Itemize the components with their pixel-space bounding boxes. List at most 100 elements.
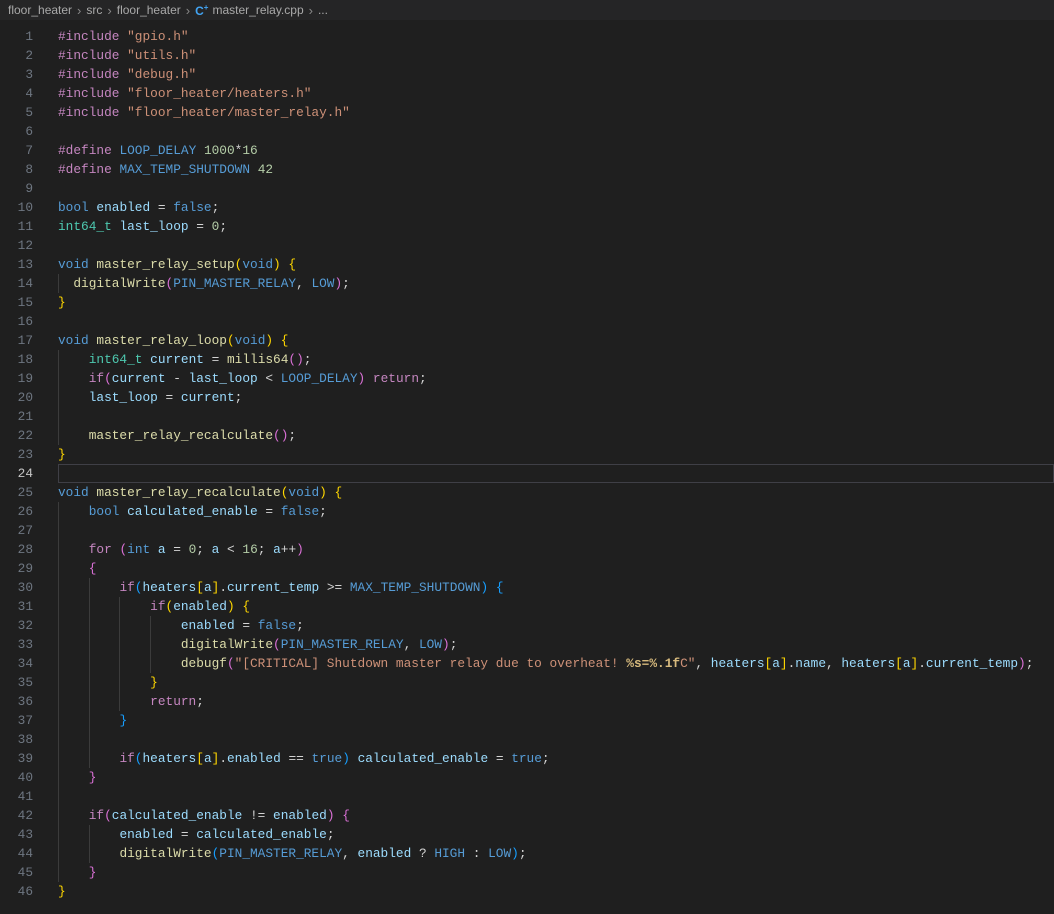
line-number[interactable]: 24 [0, 464, 33, 483]
line-number[interactable]: 33 [0, 635, 33, 654]
code-line-content[interactable] [58, 122, 1054, 141]
code-line-content[interactable]: #include "floor_heater/heaters.h" [58, 84, 1054, 103]
code-line-content[interactable]: } [58, 711, 1054, 730]
breadcrumb-item-src[interactable]: src [86, 3, 102, 17]
line-number[interactable]: 45 [0, 863, 33, 882]
line-number[interactable]: 30 [0, 578, 33, 597]
code-line[interactable]: 35 } [0, 673, 1054, 692]
code-line[interactable]: 16 [0, 312, 1054, 331]
line-number[interactable]: 40 [0, 768, 33, 787]
code-line[interactable]: 13 void master_relay_setup(void) { [0, 255, 1054, 274]
line-number[interactable]: 34 [0, 654, 33, 673]
code-line[interactable]: 36 return; [0, 692, 1054, 711]
code-line-content[interactable] [58, 179, 1054, 198]
code-line-content[interactable] [58, 730, 1054, 749]
line-number[interactable]: 11 [0, 217, 33, 236]
code-line[interactable]: 32 enabled = false; [0, 616, 1054, 635]
code-line-content[interactable]: bool enabled = false; [58, 198, 1054, 217]
code-line[interactable]: 19 if(current - last_loop < LOOP_DELAY) … [0, 369, 1054, 388]
code-line[interactable]: 41 [0, 787, 1054, 806]
code-line-content[interactable]: int64_t last_loop = 0; [58, 217, 1054, 236]
code-line[interactable]: 46} [0, 882, 1054, 901]
code-line-content[interactable]: void master_relay_loop(void) { [58, 331, 1054, 350]
code-line-content[interactable]: } [58, 882, 1054, 901]
code-line[interactable]: 27 [0, 521, 1054, 540]
line-number[interactable]: 15 [0, 293, 33, 312]
code-line[interactable]: 18 int64_t current = millis64(); [0, 350, 1054, 369]
code-line[interactable]: 24 [0, 464, 1054, 483]
code-line-content-active[interactable] [58, 464, 1054, 483]
line-number[interactable]: 36 [0, 692, 33, 711]
breadcrumb-item-symbol[interactable]: ... [318, 3, 328, 17]
line-number[interactable]: 27 [0, 521, 33, 540]
code-line-content[interactable]: #define LOOP_DELAY 1000*16 [58, 141, 1054, 160]
line-number[interactable]: 22 [0, 426, 33, 445]
code-line[interactable]: 2 #include "utils.h" [0, 46, 1054, 65]
code-line-content[interactable]: { [58, 559, 1054, 578]
code-line[interactable]: 34 debugf("[CRITICAL] Shutdown master re… [0, 654, 1054, 673]
code-line[interactable]: 1 #include "gpio.h" [0, 27, 1054, 46]
code-line-content[interactable]: last_loop = current; [58, 388, 1054, 407]
code-line-content[interactable]: if(calculated_enable != enabled) { [58, 806, 1054, 825]
code-line[interactable]: 38 [0, 730, 1054, 749]
code-line[interactable]: 17 void master_relay_loop(void) { [0, 331, 1054, 350]
code-line-content[interactable]: digitalWrite(PIN_MASTER_RELAY, LOW); [58, 274, 1054, 293]
code-line[interactable]: 7 #define LOOP_DELAY 1000*16 [0, 141, 1054, 160]
line-number[interactable]: 2 [0, 46, 33, 65]
code-line-content[interactable]: enabled = calculated_enable; [58, 825, 1054, 844]
code-line-content[interactable] [58, 236, 1054, 255]
code-line-content[interactable]: digitalWrite(PIN_MASTER_RELAY, enabled ?… [58, 844, 1054, 863]
line-number[interactable]: 16 [0, 312, 33, 331]
code-line[interactable]: 40 } [0, 768, 1054, 787]
line-number[interactable]: 13 [0, 255, 33, 274]
line-number[interactable]: 21 [0, 407, 33, 426]
line-number[interactable]: 17 [0, 331, 33, 350]
code-line[interactable]: 12 [0, 236, 1054, 255]
code-line-content[interactable]: if(current - last_loop < LOOP_DELAY) ret… [58, 369, 1054, 388]
line-number[interactable]: 44 [0, 844, 33, 863]
line-number[interactable]: 8 [0, 160, 33, 179]
code-line[interactable]: 3 #include "debug.h" [0, 65, 1054, 84]
line-number[interactable]: 1 [0, 27, 33, 46]
code-line-content[interactable]: master_relay_recalculate(); [58, 426, 1054, 445]
code-line-content[interactable]: } [58, 863, 1054, 882]
code-line-content[interactable]: #include "utils.h" [58, 46, 1054, 65]
code-line[interactable]: 8 #define MAX_TEMP_SHUTDOWN 42 [0, 160, 1054, 179]
code-line[interactable]: 31 if(enabled) { [0, 597, 1054, 616]
line-number[interactable]: 14 [0, 274, 33, 293]
line-number[interactable]: 23 [0, 445, 33, 464]
line-number[interactable]: 10 [0, 198, 33, 217]
code-line-content[interactable]: #include "floor_heater/master_relay.h" [58, 103, 1054, 122]
line-number[interactable]: 41 [0, 787, 33, 806]
code-line-content[interactable]: bool calculated_enable = false; [58, 502, 1054, 521]
code-line[interactable]: 11 int64_t last_loop = 0; [0, 217, 1054, 236]
code-line-content[interactable]: if(heaters[a].enabled == true) calculate… [58, 749, 1054, 768]
line-number[interactable]: 31 [0, 597, 33, 616]
code-line[interactable]: 4 #include "floor_heater/heaters.h" [0, 84, 1054, 103]
code-line-content[interactable]: void master_relay_setup(void) { [58, 255, 1054, 274]
code-line-content[interactable]: #include "debug.h" [58, 65, 1054, 84]
line-number[interactable]: 9 [0, 179, 33, 198]
code-line-content[interactable]: } [58, 673, 1054, 692]
line-number[interactable]: 5 [0, 103, 33, 122]
code-line-content[interactable] [58, 787, 1054, 806]
code-line-content[interactable]: if(heaters[a].current_temp >= MAX_TEMP_S… [58, 578, 1054, 597]
breadcrumb-item-file[interactable]: master_relay.cpp [212, 3, 303, 17]
code-line[interactable]: 20 last_loop = current; [0, 388, 1054, 407]
line-number[interactable]: 46 [0, 882, 33, 901]
code-line[interactable]: 23} [0, 445, 1054, 464]
code-line[interactable]: 39 if(heaters[a].enabled == true) calcul… [0, 749, 1054, 768]
code-line-content[interactable]: for (int a = 0; a < 16; a++) [58, 540, 1054, 559]
code-line[interactable]: 26 bool calculated_enable = false; [0, 502, 1054, 521]
code-line-content[interactable]: int64_t current = millis64(); [58, 350, 1054, 369]
code-line[interactable]: 43 enabled = calculated_enable; [0, 825, 1054, 844]
code-line-content[interactable]: digitalWrite(PIN_MASTER_RELAY, LOW); [58, 635, 1054, 654]
code-line[interactable]: 28 for (int a = 0; a < 16; a++) [0, 540, 1054, 559]
breadcrumb-item-folder[interactable]: floor_heater [8, 3, 72, 17]
code-line[interactable]: 14 digitalWrite(PIN_MASTER_RELAY, LOW); [0, 274, 1054, 293]
line-number[interactable]: 6 [0, 122, 33, 141]
line-number[interactable]: 43 [0, 825, 33, 844]
code-line[interactable]: 30 if(heaters[a].current_temp >= MAX_TEM… [0, 578, 1054, 597]
line-number[interactable]: 12 [0, 236, 33, 255]
code-line[interactable]: 33 digitalWrite(PIN_MASTER_RELAY, LOW); [0, 635, 1054, 654]
